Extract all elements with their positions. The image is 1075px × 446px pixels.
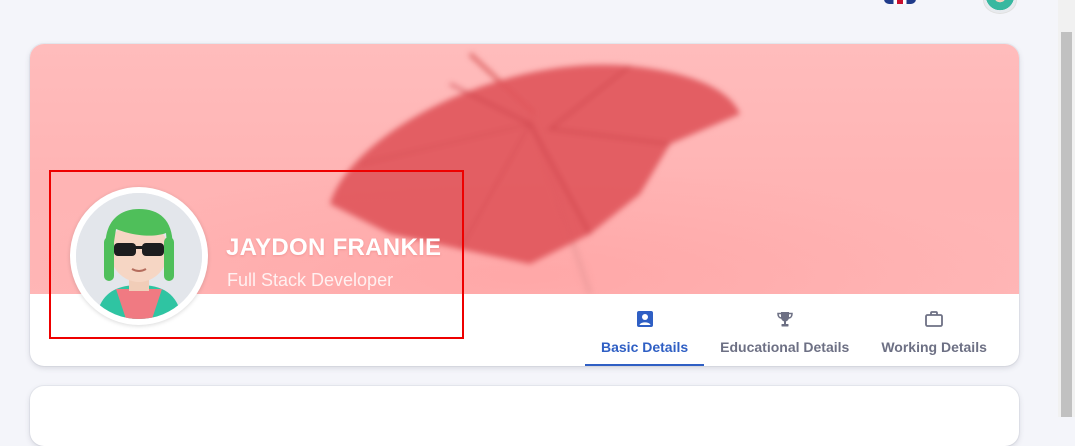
top-navbar bbox=[0, 0, 1058, 14]
account-box-icon bbox=[635, 309, 655, 329]
page-scrollbar[interactable] bbox=[1058, 0, 1075, 417]
user-menu-avatar[interactable] bbox=[983, 0, 1017, 14]
tab-label: Basic Details bbox=[601, 339, 689, 355]
tab-educational-details[interactable]: Educational Details bbox=[704, 306, 865, 366]
tab-working-details[interactable]: Working Details bbox=[865, 306, 1003, 366]
details-card bbox=[30, 386, 1019, 446]
profile-tabs: Basic Details Educational Details Workin… bbox=[585, 306, 1003, 366]
tab-label: Working Details bbox=[881, 339, 987, 355]
highlight-annotation-box bbox=[49, 170, 464, 339]
scrollbar-thumb[interactable] bbox=[1061, 32, 1072, 417]
trophy-icon bbox=[775, 309, 795, 329]
tab-basic-details[interactable]: Basic Details bbox=[585, 306, 705, 366]
briefcase-icon bbox=[924, 309, 944, 329]
tab-label: Educational Details bbox=[720, 339, 850, 355]
language-flag-icon[interactable] bbox=[884, 0, 916, 4]
